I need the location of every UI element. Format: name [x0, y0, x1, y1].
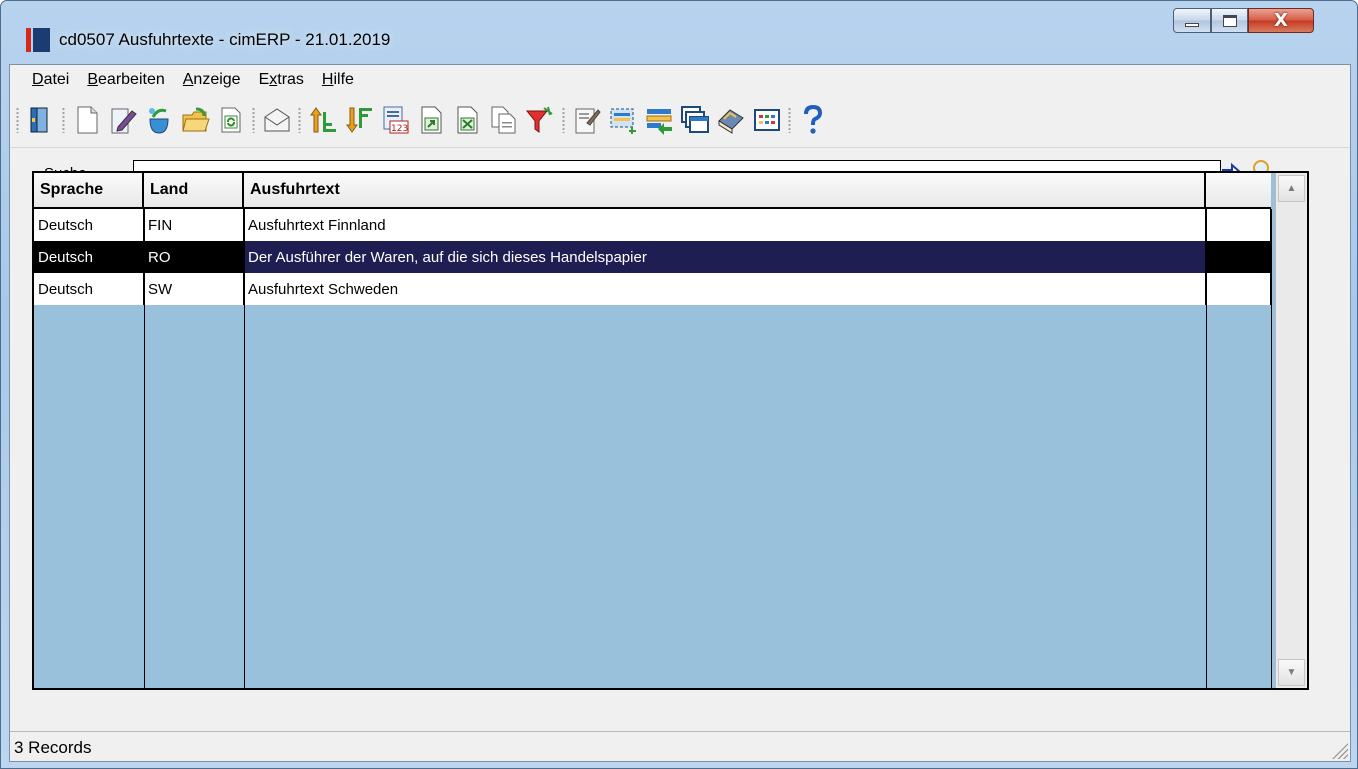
- toolbar-separator: [298, 107, 301, 133]
- column-divider: [244, 209, 245, 688]
- new-document-icon[interactable]: [70, 103, 104, 137]
- close-icon: X: [1274, 10, 1288, 31]
- open-folder-icon[interactable]: [178, 103, 212, 137]
- scroll-up-button[interactable]: ▲: [1278, 175, 1305, 202]
- cell-ausfuhrtext: Ausfuhrtext Schweden: [244, 273, 1206, 305]
- status-bar: 3 Records: [10, 731, 1350, 761]
- copy-record-icon[interactable]: [142, 103, 176, 137]
- cell-sprache: Deutsch: [34, 241, 144, 273]
- maximize-button[interactable]: [1211, 8, 1248, 33]
- menu-datei[interactable]: Datei: [32, 71, 69, 89]
- menu-extras[interactable]: Extras: [259, 71, 304, 89]
- toolbar-separator: [62, 107, 65, 133]
- cell-empty: [1206, 209, 1271, 241]
- table-row[interactable]: Deutsch FIN Ausfuhrtext Finnland: [34, 209, 1271, 241]
- properties-icon[interactable]: [570, 103, 604, 137]
- toolbar-separator: [562, 107, 565, 133]
- cell-sprache: Deutsch: [34, 209, 144, 241]
- column-header-ausfuhrtext[interactable]: Ausfuhrtext: [244, 173, 1206, 209]
- svg-text:123: 123: [391, 124, 408, 134]
- minimize-button[interactable]: [1173, 8, 1211, 33]
- column-divider: [1271, 209, 1272, 688]
- grid-view-icon[interactable]: [750, 103, 784, 137]
- chevron-down-icon: ▼: [1286, 667, 1297, 678]
- cell-land: RO: [144, 241, 244, 273]
- column-divider: [144, 209, 145, 688]
- column-header-sprache[interactable]: Sprache: [34, 173, 144, 209]
- maximize-icon: [1222, 14, 1237, 27]
- cell-land: SW: [144, 273, 244, 305]
- grid-header: Sprache Land Ausfuhrtext: [34, 173, 1271, 209]
- column-header-land[interactable]: Land: [144, 173, 244, 209]
- cell-sprache: Deutsch: [34, 273, 144, 305]
- vertical-scrollbar[interactable]: ▲ ▼: [1275, 173, 1307, 688]
- cell-empty: [1206, 273, 1271, 305]
- email-icon[interactable]: [260, 103, 294, 137]
- edit-icon[interactable]: [106, 103, 140, 137]
- app-logo-icon: [26, 28, 50, 52]
- toolbar: 123: [10, 95, 1350, 145]
- close-button[interactable]: X: [1248, 8, 1314, 33]
- numbering-icon[interactable]: 123: [378, 103, 412, 137]
- menu-anzeige[interactable]: Anzeige: [183, 71, 241, 89]
- sort-ascending-icon[interactable]: [306, 103, 340, 137]
- cell-empty: [1206, 241, 1271, 273]
- record-count: 3 Records: [14, 738, 92, 757]
- records-grid[interactable]: Sprache Land Ausfuhrtext Deutsch FIN Aus…: [32, 171, 1309, 690]
- windows-icon[interactable]: [678, 103, 712, 137]
- scroll-down-button[interactable]: ▼: [1278, 659, 1305, 686]
- toolbar-separator: [252, 107, 255, 133]
- refresh-icon[interactable]: [214, 103, 248, 137]
- chevron-up-icon: ▲: [1286, 183, 1297, 194]
- sort-descending-icon[interactable]: [342, 103, 376, 137]
- table-row[interactable]: Deutsch SW Ausfuhrtext Schweden: [34, 273, 1271, 305]
- copy-pages-icon[interactable]: [486, 103, 520, 137]
- toolbar-separator: [788, 107, 791, 133]
- table-row-selected[interactable]: Deutsch RO Der Ausführer der Waren, auf …: [34, 241, 1271, 273]
- minimize-icon: [1185, 22, 1199, 27]
- cell-ausfuhrtext: Der Ausführer der Waren, auf die sich di…: [244, 241, 1206, 273]
- column-header-empty: [1206, 173, 1271, 209]
- menu-bar: Datei Bearbeiten Anzeige Extras Hilfe: [10, 65, 1350, 95]
- client-area: Datei Bearbeiten Anzeige Extras Hilfe 12…: [9, 64, 1351, 762]
- filter-icon[interactable]: [522, 103, 556, 137]
- column-divider: [1206, 209, 1207, 688]
- application-window: cd0507 Ausfuhrtexte - cimERP - 21.01.201…: [0, 0, 1358, 769]
- menu-hilfe[interactable]: Hilfe: [322, 71, 354, 89]
- resize-grip-icon[interactable]: [1330, 741, 1348, 759]
- menu-bearbeiten[interactable]: Bearbeiten: [87, 71, 164, 89]
- cell-ausfuhrtext: Ausfuhrtext Finnland: [244, 209, 1206, 241]
- window-title: cd0507 Ausfuhrtexte - cimERP - 21.01.201…: [59, 30, 391, 49]
- select-area-icon[interactable]: [606, 103, 640, 137]
- books-icon[interactable]: [714, 103, 748, 137]
- help-icon[interactable]: [796, 103, 830, 137]
- transfer-icon[interactable]: [642, 103, 676, 137]
- excel-export-icon[interactable]: [450, 103, 484, 137]
- toolbar-separator: [16, 107, 19, 133]
- export-icon[interactable]: [414, 103, 448, 137]
- title-bar[interactable]: cd0507 Ausfuhrtexte - cimERP - 21.01.201…: [1, 1, 1357, 63]
- cell-land: FIN: [144, 209, 244, 241]
- exit-icon[interactable]: [24, 103, 58, 137]
